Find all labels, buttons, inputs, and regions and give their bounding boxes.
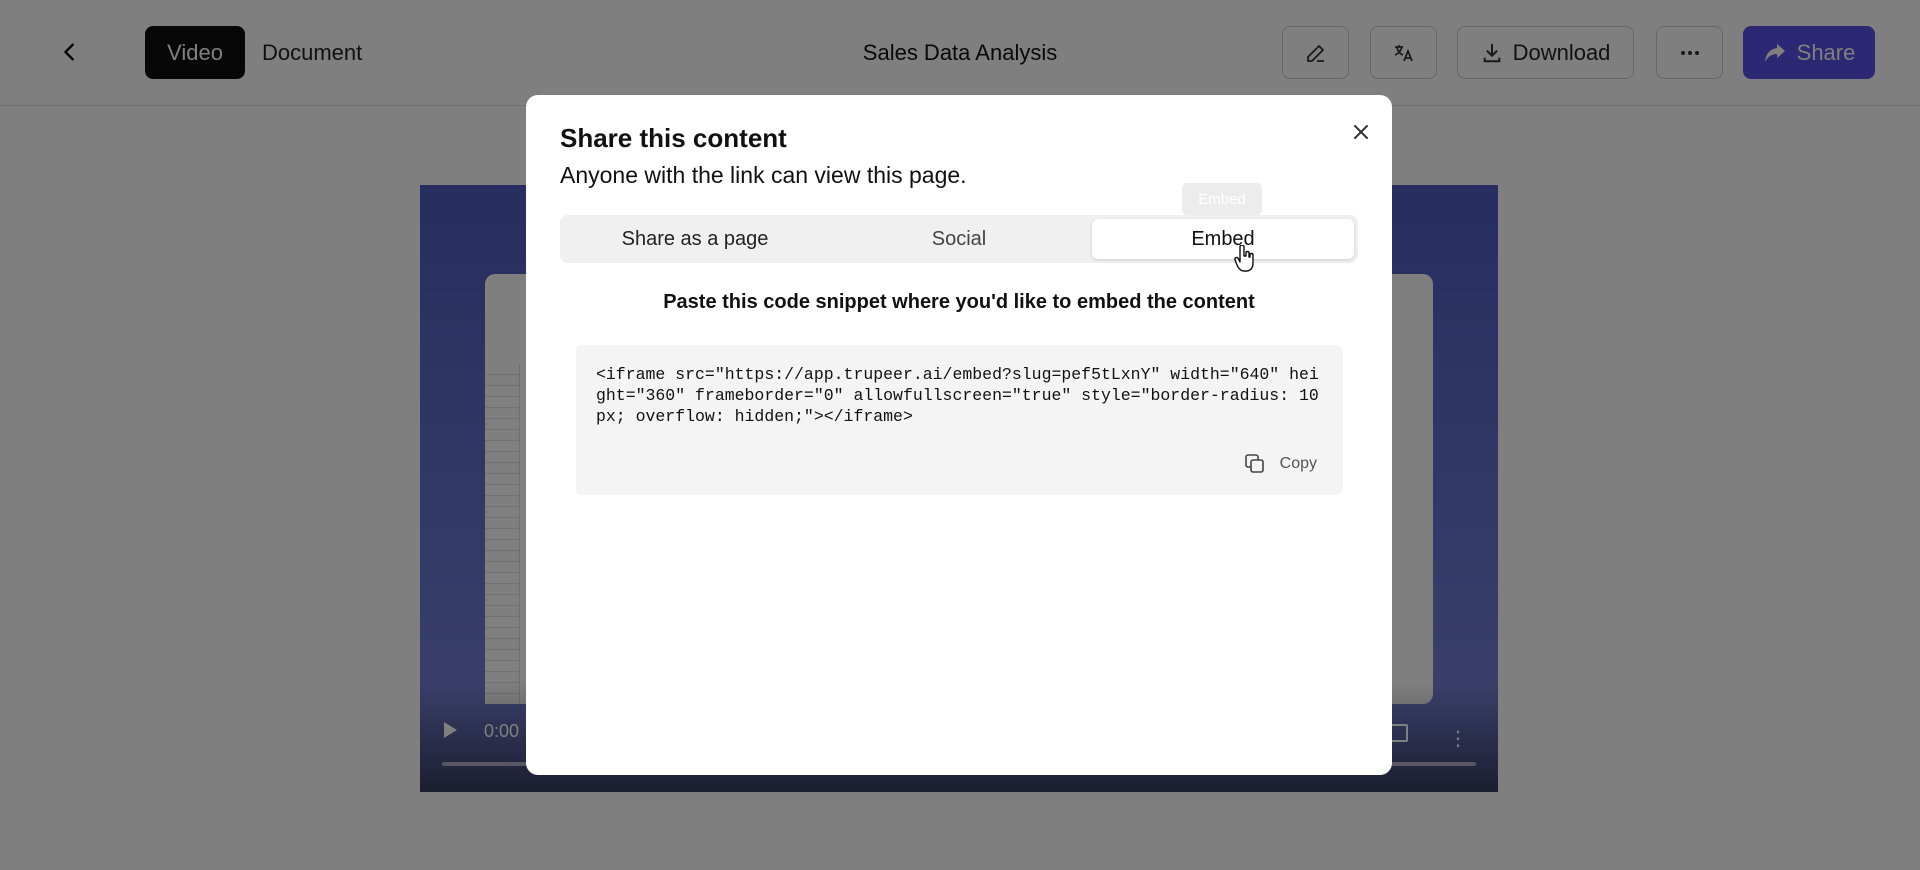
tab-social[interactable]: Social xyxy=(828,219,1090,259)
copy-button[interactable]: Copy xyxy=(1244,453,1317,475)
embed-instruction: Paste this code snippet where you'd like… xyxy=(663,291,1255,313)
copy-label: Copy xyxy=(1279,455,1317,472)
share-modal: Share this content Anyone with the link … xyxy=(526,95,1392,775)
embed-tooltip: Embed xyxy=(1182,183,1262,215)
tab-share-as-page[interactable]: Share as a page xyxy=(564,219,826,259)
copy-icon xyxy=(1244,454,1264,473)
embed-code[interactable]: <iframe src="https://app.trupeer.ai/embe… xyxy=(596,364,1326,427)
pointer-cursor-icon xyxy=(1234,245,1254,272)
close-icon xyxy=(1354,125,1368,139)
embed-code-box: <iframe src="https://app.trupeer.ai/embe… xyxy=(576,345,1343,495)
close-button[interactable] xyxy=(1346,117,1376,147)
modal-subtitle: Anyone with the link can view this page. xyxy=(560,162,967,188)
modal-title: Share this content xyxy=(560,123,787,153)
tab-embed[interactable]: Embed xyxy=(1092,219,1354,259)
